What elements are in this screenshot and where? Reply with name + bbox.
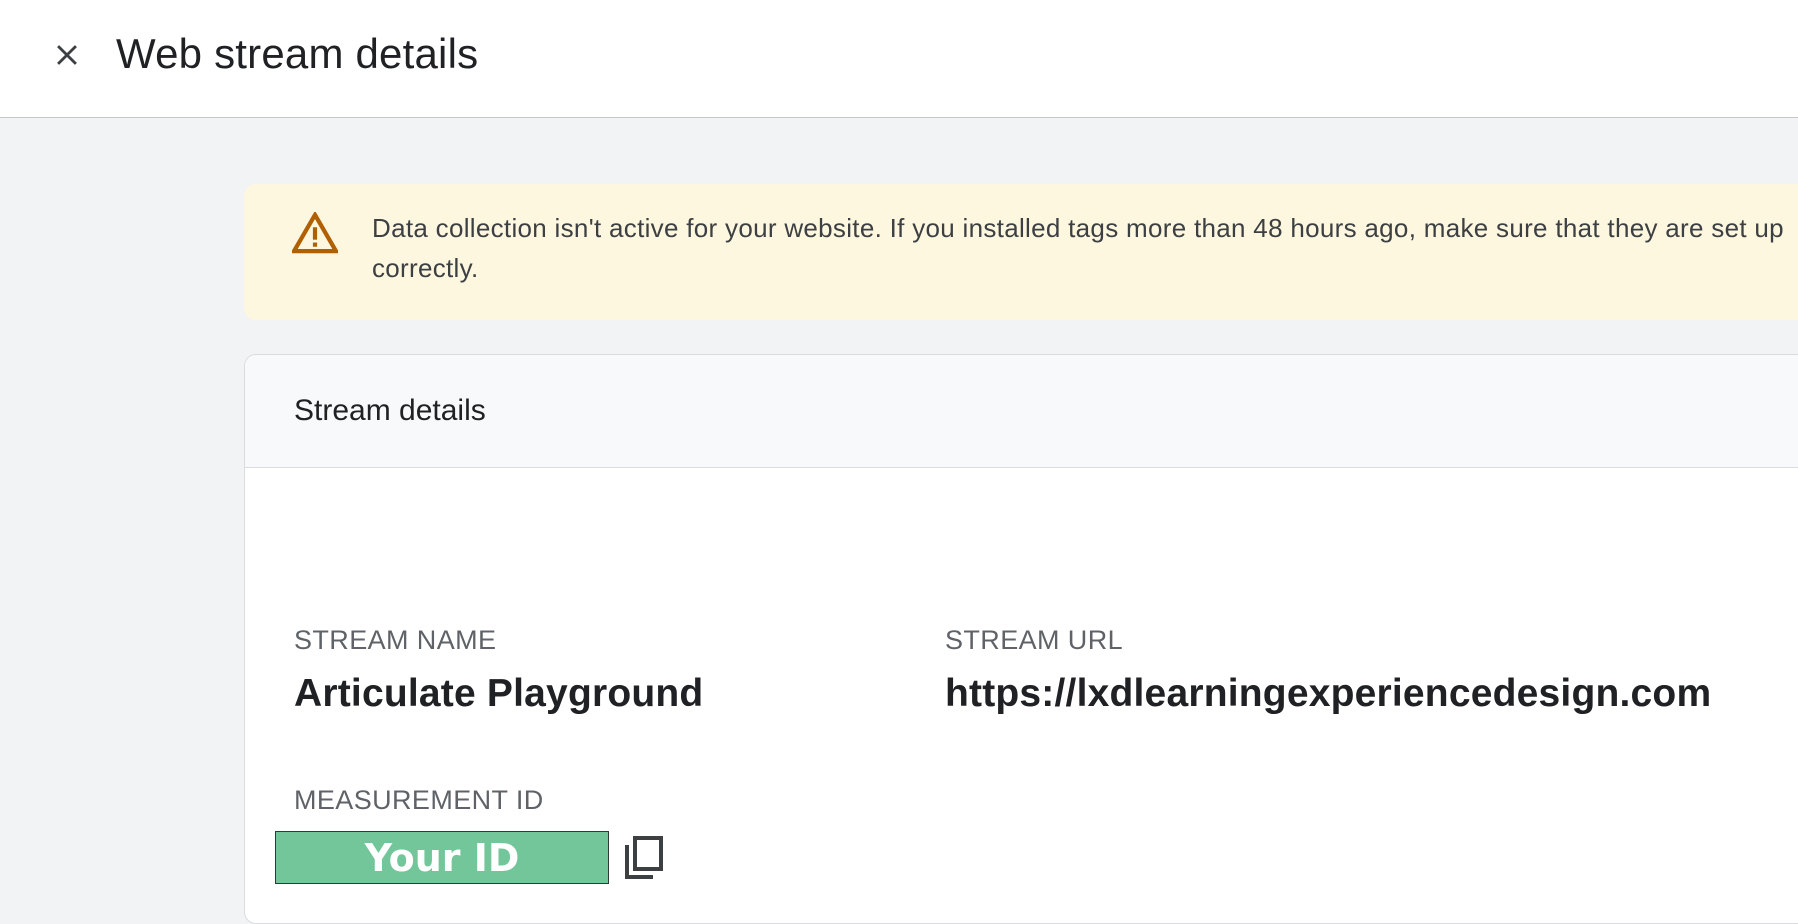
measurement-id-label: MEASUREMENT ID <box>294 785 544 815</box>
stream-name-value: Articulate Playground <box>294 672 704 715</box>
main-content: Data collection isn't active for your we… <box>0 118 1798 924</box>
top-bar: Web stream details <box>0 0 1798 118</box>
stream-url-label: STREAM URL <box>945 625 1124 655</box>
close-button[interactable] <box>44 32 90 78</box>
page-title: Web stream details <box>116 30 479 77</box>
measurement-id-value: Your ID <box>275 831 609 884</box>
stream-name-label: STREAM NAME <box>294 625 497 655</box>
card-header: Stream details <box>245 355 1798 468</box>
stream-details-card: Stream details STREAM NAME Articulate Pl… <box>244 354 1798 924</box>
warning-banner: Data collection isn't active for your we… <box>244 184 1798 320</box>
stream-url-value: https://lxdlearningexperiencedesign.com <box>945 672 1712 715</box>
card-title: Stream details <box>294 394 486 427</box>
close-icon <box>57 45 77 65</box>
copy-measurement-id-button[interactable] <box>619 833 667 883</box>
warning-icon <box>292 212 338 254</box>
warning-message: Data collection isn't active for your we… <box>372 213 1784 283</box>
copy-icon <box>625 836 663 879</box>
